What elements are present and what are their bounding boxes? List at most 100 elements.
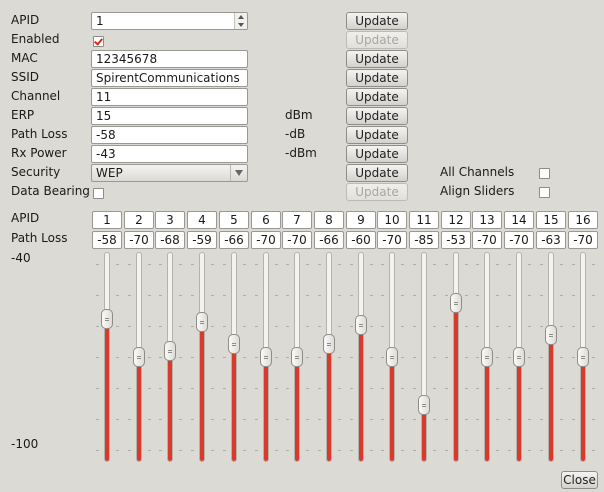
slider-tick: [116, 357, 119, 358]
channel-slider-fill: [454, 304, 458, 461]
rx-power-update-button[interactable]: Update: [346, 145, 408, 163]
security-select[interactable]: WEP: [91, 164, 248, 182]
slider-tick: [223, 326, 226, 327]
channel-slider-track[interactable]: [548, 252, 554, 462]
path-loss-label: Path Loss: [11, 127, 68, 141]
channel-slider-track[interactable]: [199, 252, 205, 462]
channel-slider-track[interactable]: [231, 252, 237, 462]
slider-tick: [401, 450, 404, 451]
slider-tick: [560, 264, 563, 265]
channel-slider-handle[interactable]: [418, 395, 430, 415]
apid-value: 1: [96, 14, 104, 28]
slider-tick: [401, 388, 404, 389]
slider-tick: [318, 450, 321, 451]
channel-path-loss-box: -70: [504, 231, 534, 249]
slider-tick: [592, 326, 595, 327]
channel-slider-handle[interactable]: [291, 347, 303, 367]
slider-tick: [508, 264, 511, 265]
channel-slider-handle[interactable]: [355, 315, 367, 335]
spin-arrows-icon[interactable]: [234, 13, 247, 29]
path-loss-update-button[interactable]: Update: [346, 126, 408, 144]
security-update-button[interactable]: Update: [346, 164, 408, 182]
ssid-input[interactable]: SpirentCommunications: [91, 69, 248, 87]
all-channels-label: All Channels: [440, 165, 515, 179]
channel-path-loss-box: -68: [155, 231, 185, 249]
slider-tick: [306, 295, 309, 296]
slider-tick: [572, 357, 575, 358]
channel-slider-track[interactable]: [358, 252, 364, 462]
slider-tick: [318, 326, 321, 327]
path-loss-input[interactable]: -58: [91, 126, 248, 144]
slider-tick: [445, 264, 448, 265]
slider-tick: [476, 419, 479, 420]
close-button[interactable]: Close: [561, 471, 598, 489]
slider-tick: [223, 295, 226, 296]
slider-tick: [370, 388, 373, 389]
apid-update-button[interactable]: Update: [346, 12, 408, 30]
channel-slider-handle[interactable]: [133, 347, 145, 367]
align-sliders-checkbox[interactable]: [539, 187, 550, 198]
slider-tick: [508, 450, 511, 451]
slider-tick: [592, 264, 595, 265]
channel-slider-handle[interactable]: [545, 325, 557, 345]
slider-tick: [191, 264, 194, 265]
path-loss-unit: -dB: [285, 127, 306, 141]
mac-update-button[interactable]: Update: [346, 50, 408, 68]
channel-slider-handle[interactable]: [513, 347, 525, 367]
channel-slider-handle[interactable]: [228, 334, 240, 354]
channel-apid-box: 1: [92, 211, 122, 229]
slider-tick: [540, 450, 543, 451]
slider-tick: [508, 357, 511, 358]
channel-slider-track[interactable]: [326, 252, 332, 462]
apid-spinbox[interactable]: 1: [91, 12, 248, 30]
channel-slider-handle[interactable]: [196, 312, 208, 332]
channel-slider-handle[interactable]: [164, 341, 176, 361]
channel-slider-handle[interactable]: [323, 334, 335, 354]
erp-input[interactable]: 15: [91, 107, 248, 125]
data-bearing-checkbox[interactable]: [93, 188, 104, 199]
slider-tick: [381, 388, 384, 389]
channel-slider-track[interactable]: [453, 252, 459, 462]
channel-slider-track[interactable]: [104, 252, 110, 462]
slider-tick: [96, 326, 99, 327]
slider-tick: [350, 450, 353, 451]
channel-slider-handle[interactable]: [481, 347, 493, 367]
erp-label: ERP: [11, 108, 35, 122]
slider-tick: [401, 326, 404, 327]
slider-tick: [572, 264, 575, 265]
erp-update-button[interactable]: Update: [346, 107, 408, 125]
slider-tick: [191, 326, 194, 327]
channel-path-loss-box: -70: [377, 231, 407, 249]
slider-tick: [128, 357, 131, 358]
slider-tick: [445, 450, 448, 451]
enabled-label: Enabled: [11, 32, 60, 46]
slider-tick: [540, 295, 543, 296]
security-value: WEP: [96, 166, 123, 180]
ssid-update-button[interactable]: Update: [346, 69, 408, 87]
channel-slider-handle[interactable]: [386, 347, 398, 367]
channel-update-button[interactable]: Update: [346, 88, 408, 106]
slider-tick: [508, 419, 511, 420]
channel-input[interactable]: 11: [91, 88, 248, 106]
channel-slider-handle[interactable]: [577, 347, 589, 367]
slider-tick: [243, 388, 246, 389]
slider-tick: [528, 326, 531, 327]
channel-slider-handle[interactable]: [101, 309, 113, 329]
all-channels-checkbox[interactable]: [539, 168, 550, 179]
slider-tick: [433, 388, 436, 389]
enabled-update-button[interactable]: Update: [346, 31, 408, 49]
slider-tick: [306, 264, 309, 265]
slider-tick: [528, 295, 531, 296]
slider-tick: [275, 419, 278, 420]
channel-slider-track[interactable]: [421, 252, 427, 462]
channel-slider-handle[interactable]: [450, 293, 462, 313]
mac-input[interactable]: 12345678: [91, 50, 248, 68]
channels-path-loss-label: Path Loss: [11, 231, 68, 245]
enabled-checkbox[interactable]: [93, 36, 104, 47]
slider-tick: [560, 450, 563, 451]
slider-tick: [243, 326, 246, 327]
channel-slider-handle[interactable]: [260, 347, 272, 367]
channel-path-loss-box: -85: [409, 231, 439, 249]
data-bearing-update-button[interactable]: Update: [346, 183, 408, 201]
rx-power-input[interactable]: -43: [91, 145, 248, 163]
